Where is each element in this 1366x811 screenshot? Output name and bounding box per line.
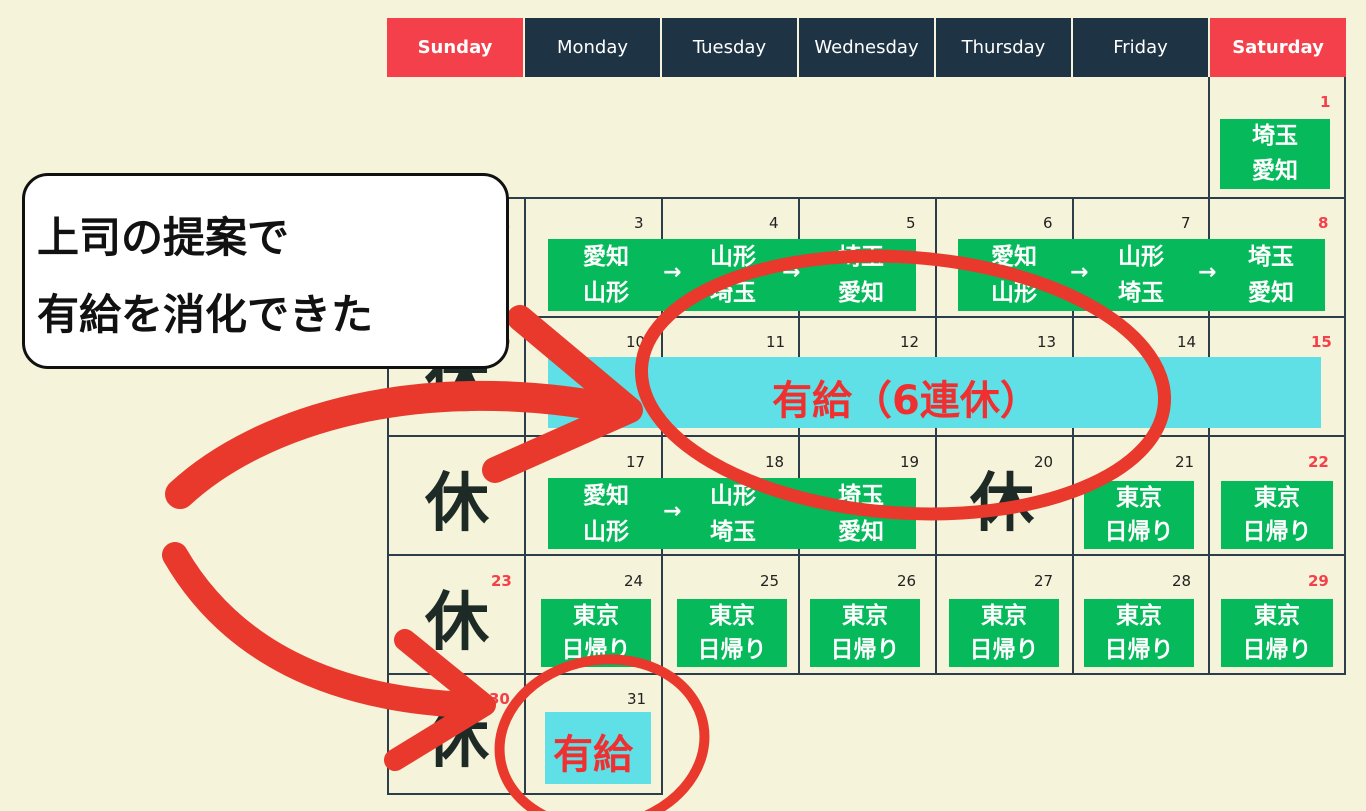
highlight-ellipse <box>634 249 1172 521</box>
highlight-ellipse-small <box>494 654 710 811</box>
callout-line-2: 有給を消化できた <box>37 290 374 339</box>
curved-arrow-lower <box>162 542 483 718</box>
annotation-overlay <box>162 249 1172 811</box>
callout-line-1: 上司の提案で <box>37 213 290 262</box>
callout-bubble: 上司の提案で 有給を消化できた <box>22 173 509 369</box>
